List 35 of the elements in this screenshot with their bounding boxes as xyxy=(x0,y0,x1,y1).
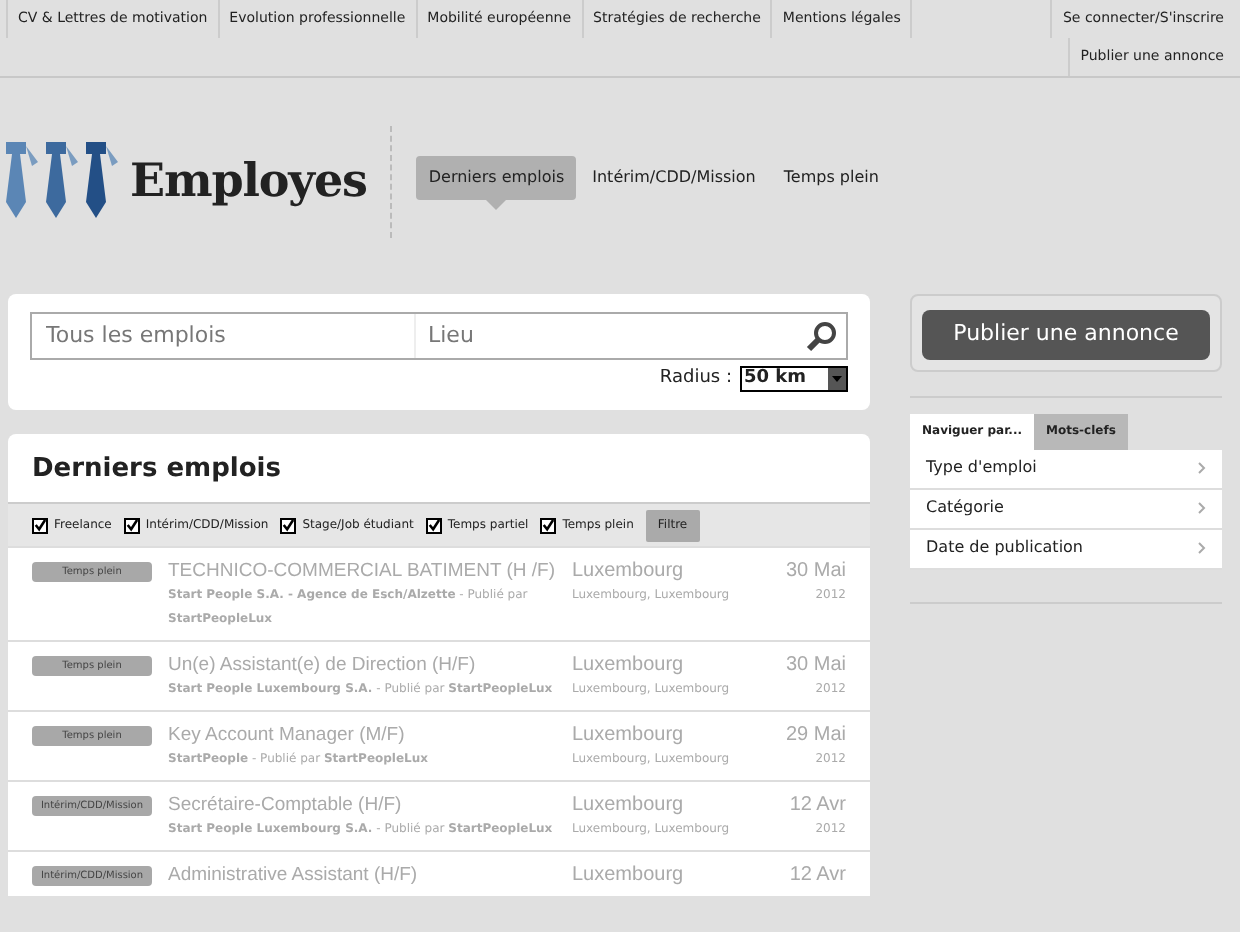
chevron-right-icon xyxy=(1198,462,1206,475)
filter-checkbox[interactable] xyxy=(540,517,557,533)
job-date: 29 Mai xyxy=(785,722,846,748)
publish-button[interactable]: Publier une annonce xyxy=(922,309,1210,360)
job-city: Luxembourg xyxy=(572,792,686,818)
sidebar-item[interactable]: Type d'emploi xyxy=(910,449,1222,490)
job-city: Luxembourg xyxy=(572,862,686,888)
filter-checkbox[interactable] xyxy=(123,517,140,533)
job-city: Luxembourg xyxy=(572,652,686,678)
sidebar-item[interactable]: Date de publication xyxy=(910,529,1222,570)
logo-text: Employes xyxy=(130,151,367,212)
jobs-heading: Derniers emplois xyxy=(30,451,283,487)
job-date: 30 Mai xyxy=(785,652,846,678)
filter-checkbox[interactable] xyxy=(280,517,297,533)
radius-label: Radius : xyxy=(659,366,732,392)
job-date: 12 Avr xyxy=(789,862,846,888)
job-date: 30 Mai xyxy=(785,558,846,584)
nav-tab[interactable]: Intérim/CDD/Mission xyxy=(580,155,768,199)
job-city: Luxembourg xyxy=(572,558,686,584)
tab-pointer-icon xyxy=(486,199,507,209)
radius-select[interactable]: 50 km xyxy=(740,366,848,393)
filter-checkbox[interactable] xyxy=(425,517,442,533)
ties-logo-icon xyxy=(6,142,122,222)
nav-tab[interactable]: Temps plein xyxy=(771,155,891,199)
job-date: 12 Avr xyxy=(789,792,846,818)
filter-checkbox[interactable] xyxy=(32,517,48,533)
dropdown-caret-icon xyxy=(828,368,846,391)
search-icon[interactable] xyxy=(806,320,838,352)
sidebar-item[interactable]: Catégorie xyxy=(910,489,1222,530)
location-input[interactable]: Lieu xyxy=(414,314,798,358)
keyword-input[interactable]: Tous les emplois xyxy=(32,314,414,358)
chevron-right-icon xyxy=(1198,542,1206,555)
nav-tab[interactable]: Derniers emplois xyxy=(416,155,577,199)
job-city: Luxembourg xyxy=(572,722,686,748)
chevron-right-icon xyxy=(1198,502,1206,515)
